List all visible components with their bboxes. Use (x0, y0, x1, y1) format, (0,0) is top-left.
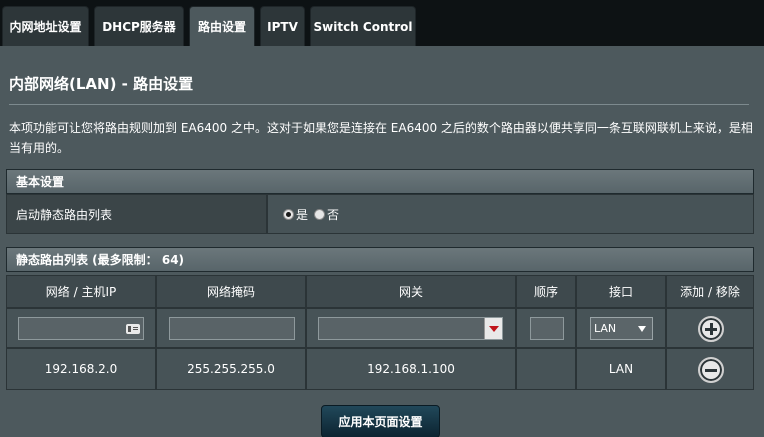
col-netmask: 网络掩码 (156, 275, 306, 308)
tab-lan-ip[interactable]: 内网地址设置 (2, 6, 89, 46)
add-cell (666, 308, 754, 348)
route-metric-cell (516, 348, 576, 390)
new-mask-input[interactable] (169, 317, 295, 340)
radio-option-yes[interactable]: 是 (283, 206, 308, 223)
new-metric-cell (516, 308, 576, 348)
tab-route[interactable]: 路由设置 (189, 6, 255, 46)
route-mask-cell: 255.255.255.0 (156, 348, 306, 390)
radio-yes-label: 是 (296, 207, 309, 222)
gateway-dropdown-icon[interactable] (484, 318, 502, 339)
tab-bar: 内网地址设置 DHCP服务器 路由设置 IPTV Switch Control (0, 0, 764, 46)
static-route-list-header: 静态路由列表 (最多限制： 64) (6, 247, 754, 272)
route-ip-cell: 192.168.2.0 (6, 348, 156, 390)
tab-iptv[interactable]: IPTV (260, 6, 305, 46)
apply-settings-button[interactable]: 应用本页面设置 (321, 405, 440, 437)
new-metric-input[interactable] (530, 317, 564, 340)
address-book-icon[interactable] (126, 324, 140, 334)
page-title: 内部网络(LAN) - 路由设置 (9, 75, 194, 93)
new-interface-cell: LAN (576, 308, 666, 348)
basic-settings-header: 基本设置 (6, 169, 754, 194)
enable-static-route-label: 启动静态路由列表 (6, 194, 267, 234)
title-divider (9, 104, 749, 105)
tab-switch-control[interactable]: Switch Control (310, 6, 416, 46)
radio-no-label: 否 (327, 207, 340, 222)
enable-static-route-options: 是 否 (267, 194, 754, 234)
new-gateway-input[interactable] (318, 317, 503, 340)
col-metric: 顺序 (516, 275, 576, 308)
route-gateway-cell: 192.168.1.100 (306, 348, 516, 390)
chevron-down-icon (638, 326, 646, 332)
route-interface-cell: LAN (576, 348, 666, 390)
radio-yes[interactable] (283, 208, 294, 220)
col-interface: 接口 (576, 275, 666, 308)
radio-option-no[interactable]: 否 (314, 206, 339, 223)
col-network-ip: 网络 / 主机IP (6, 275, 156, 308)
new-mask-cell (156, 308, 306, 348)
plus-circle-icon[interactable] (698, 316, 724, 342)
tab-dhcp-server[interactable]: DHCP服务器 (94, 6, 184, 46)
col-add-remove: 添加 / 移除 (666, 275, 754, 308)
col-gateway: 网关 (306, 275, 516, 308)
new-interface-select[interactable]: LAN (590, 317, 653, 340)
new-ip-input[interactable] (18, 317, 144, 340)
remove-cell (666, 348, 754, 390)
new-gateway-cell (306, 308, 516, 348)
page-description: 本项功能可让您将路由规则加到 EA6400 之中。这对于如果您是连接在 EA64… (9, 121, 753, 155)
minus-circle-icon[interactable] (698, 357, 724, 383)
radio-no[interactable] (314, 208, 326, 220)
new-interface-value: LAN (594, 322, 617, 335)
main-panel: 内部网络(LAN) - 路由设置 本项功能可让您将路由规则加到 EA6400 之… (0, 46, 764, 437)
new-ip-cell (6, 308, 156, 348)
